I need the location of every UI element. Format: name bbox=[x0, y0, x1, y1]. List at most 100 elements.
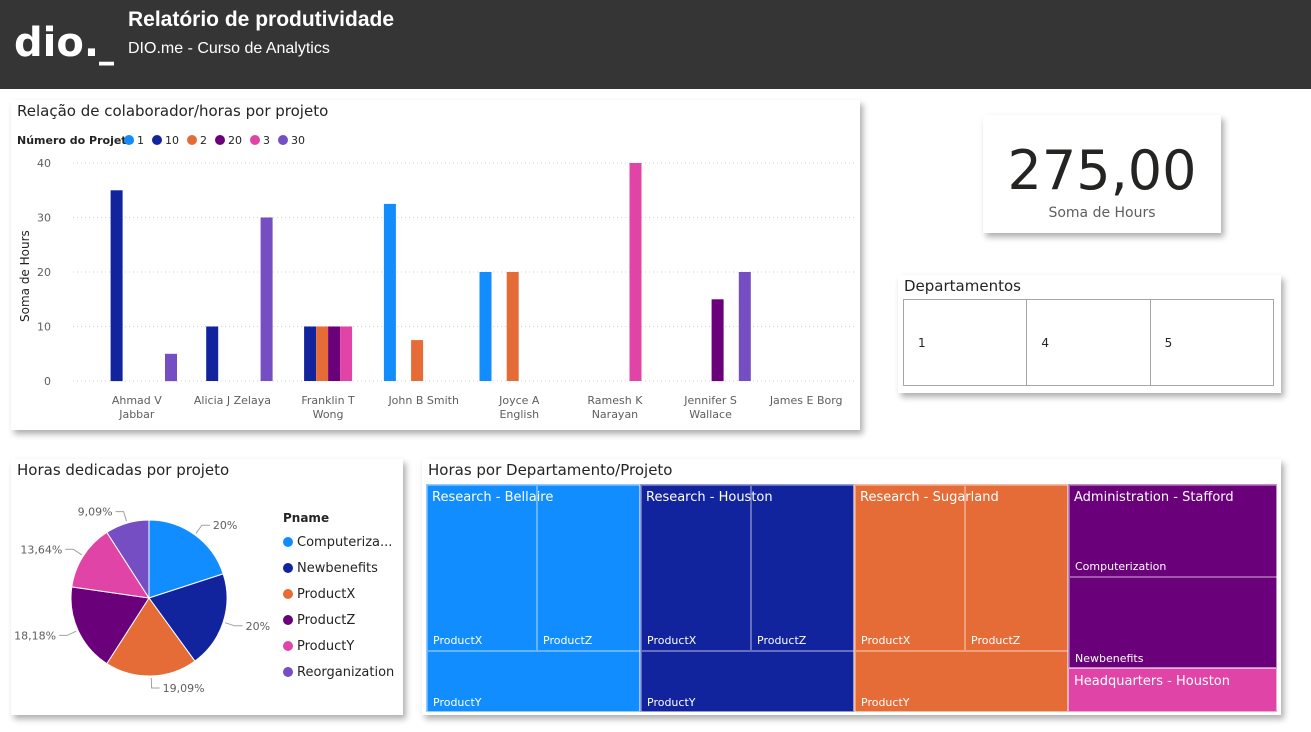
legend-label-10[interactable]: 10 bbox=[165, 134, 179, 147]
legend-label-2[interactable]: 2 bbox=[200, 134, 207, 147]
y-tick-label: 10 bbox=[37, 321, 51, 334]
treemap-leaf[interactable]: ProductZ bbox=[751, 485, 855, 651]
pie-legend-item[interactable]: Computeriza... bbox=[283, 529, 394, 555]
treemap-group[interactable]: Computerization Newbenefits bbox=[1068, 484, 1278, 669]
x-tick-label: Alicia J Zelaya bbox=[194, 394, 271, 407]
departments-title: Departamentos bbox=[904, 277, 1021, 295]
x-tick-label: Ahmad V bbox=[112, 394, 162, 407]
pie-legend-label: Newbenefits bbox=[297, 560, 378, 576]
pie-data-label: 18,18% bbox=[14, 629, 56, 642]
legend-swatch-20[interactable] bbox=[215, 135, 225, 145]
bar-20-2[interactable] bbox=[328, 326, 341, 382]
bar-30-1[interactable] bbox=[260, 217, 273, 382]
treemap-group[interactable]: ProductX ProductZ ProductY bbox=[640, 484, 855, 713]
legend-label-3[interactable]: 3 bbox=[263, 134, 270, 147]
treemap-leaf[interactable]: ProductZ bbox=[537, 485, 641, 651]
bar-20-6[interactable] bbox=[711, 299, 724, 382]
pie-data-label: 13,64% bbox=[20, 543, 62, 556]
bar-1-4[interactable] bbox=[479, 272, 492, 381]
legend-swatch bbox=[283, 641, 293, 651]
legend-swatch bbox=[283, 615, 293, 625]
bar-1-3[interactable] bbox=[383, 203, 396, 381]
legend-swatch-10[interactable] bbox=[152, 135, 162, 145]
department-cell[interactable]: 4 bbox=[1027, 300, 1151, 385]
legend-swatch-30[interactable] bbox=[278, 135, 288, 145]
treemap-leaf-label: ProductX bbox=[433, 634, 483, 647]
treemap-leaf[interactable]: ProductX bbox=[427, 485, 537, 651]
pie-legend-label: Reorganization bbox=[297, 664, 395, 680]
department-cell[interactable]: 5 bbox=[1151, 300, 1273, 385]
pie-legend-item[interactable]: ProductY bbox=[283, 633, 394, 659]
bar-10-2[interactable] bbox=[304, 326, 317, 382]
legend-swatch-3[interactable] bbox=[250, 135, 260, 145]
bar-10-0[interactable] bbox=[110, 190, 123, 382]
pie-legend-title: Pname bbox=[283, 511, 330, 525]
bar-2-4[interactable] bbox=[506, 272, 519, 381]
dio-logo: dio._ bbox=[14, 22, 114, 66]
pie-data-label: 20% bbox=[246, 620, 270, 633]
legend-label-20[interactable]: 20 bbox=[228, 134, 242, 147]
pie-legend[interactable]: Pname Computeriza... Newbenefits ProductX P… bbox=[283, 511, 394, 685]
kpi-card[interactable]: 275,00 Soma de Hours bbox=[983, 115, 1221, 233]
pie-leader-line bbox=[65, 548, 82, 556]
x-tick-label: Jennifer S bbox=[683, 394, 737, 407]
pie-chart[interactable]: 20% 20% 19,09% 18,18% 13,64% 9,09% bbox=[11, 459, 281, 715]
kpi-value: 275,00 bbox=[1007, 139, 1197, 202]
treemap-leaf[interactable]: ProductY bbox=[427, 651, 641, 713]
report-subtitle: DIO.me - Curso de Analytics bbox=[128, 40, 330, 57]
x-tick-label: Wallace bbox=[689, 408, 732, 421]
pie-chart-card[interactable]: Horas dedicadas por projeto 20% 20% 19,09%… bbox=[11, 459, 403, 715]
treemap-leaf[interactable]: ProductY bbox=[855, 651, 1069, 713]
pie-legend-label: ProductY bbox=[297, 638, 355, 654]
bar-2-3[interactable] bbox=[411, 340, 424, 381]
y-axis-label: Soma de Hours bbox=[18, 230, 32, 322]
treemap-leaf-label: Newbenefits bbox=[1075, 652, 1144, 665]
treemap-leaf[interactable]: Newbenefits bbox=[1069, 577, 1278, 669]
y-tick-label: 40 bbox=[37, 157, 51, 170]
bar-chart-card[interactable]: Relação de colaborador/horas por projeto… bbox=[11, 100, 860, 430]
treemap-leaf[interactable]: ProductX bbox=[641, 485, 751, 651]
pie-legend-item[interactable]: ProductX bbox=[283, 581, 394, 607]
x-tick-label: Wong bbox=[313, 408, 344, 421]
treemap-leaf[interactable]: ProductX bbox=[855, 485, 965, 651]
legend-swatch bbox=[283, 563, 293, 573]
legend-swatch bbox=[283, 589, 293, 599]
legend-swatch-2[interactable] bbox=[187, 135, 197, 145]
pie-legend-item[interactable]: ProductZ bbox=[283, 607, 394, 633]
treemap[interactable]: ProductX ProductZ ProductY Research - Bella… bbox=[426, 484, 1278, 713]
pie-leader-line bbox=[115, 511, 127, 522]
bar-legend[interactable]: 1 10 2 20 3 30 bbox=[124, 134, 305, 147]
bar-30-0[interactable] bbox=[165, 353, 177, 382]
bar-chart[interactable]: Número do Projeto 1 10 2 20 3 30 0 10 20 30 40 So… bbox=[11, 100, 860, 430]
department-cell[interactable]: 1 bbox=[904, 300, 1028, 385]
treemap-group[interactable]: ProductX ProductZ ProductY bbox=[854, 484, 1069, 713]
treemap-leaf[interactable]: ProductY bbox=[641, 651, 855, 713]
legend-label-30[interactable]: 30 bbox=[291, 134, 305, 147]
pie-legend-item[interactable]: Reorganization bbox=[283, 659, 394, 685]
bar-2-2[interactable] bbox=[316, 326, 329, 382]
pie-legend-label: ProductZ bbox=[297, 612, 356, 628]
pie-legend-label: Computeriza... bbox=[297, 534, 393, 550]
bar-10-1[interactable] bbox=[206, 326, 219, 382]
legend-swatch bbox=[283, 537, 293, 547]
pie-leader-line bbox=[224, 622, 243, 627]
legend-label-1[interactable]: 1 bbox=[137, 134, 144, 147]
treemap-leaf-label: ProductY bbox=[647, 696, 696, 709]
bar-30-6[interactable] bbox=[738, 272, 751, 381]
treemap-group[interactable]: ProductX ProductZ ProductY bbox=[426, 484, 641, 713]
bar-series[interactable] bbox=[110, 163, 751, 382]
legend-swatch-1[interactable] bbox=[124, 135, 134, 145]
pie-data-label: 19,09% bbox=[163, 682, 205, 695]
x-tick-label: Franklin T bbox=[301, 394, 355, 407]
bar-3-5[interactable] bbox=[629, 163, 642, 381]
treemap-leaf-label: ProductZ bbox=[757, 634, 807, 647]
x-tick-label: Joyce A bbox=[498, 394, 540, 407]
pie-legend-label: ProductX bbox=[297, 586, 356, 602]
legend-swatch bbox=[283, 667, 293, 677]
pie-legend-item[interactable]: Newbenefits bbox=[283, 555, 394, 581]
pie-slices[interactable] bbox=[70, 519, 228, 677]
treemap-leaf[interactable]: ProductZ bbox=[965, 485, 1069, 651]
pie-leader-line bbox=[195, 524, 210, 534]
departments-card[interactable]: Departamentos 1 4 5 bbox=[898, 275, 1281, 393]
bar-3-2[interactable] bbox=[340, 326, 353, 382]
